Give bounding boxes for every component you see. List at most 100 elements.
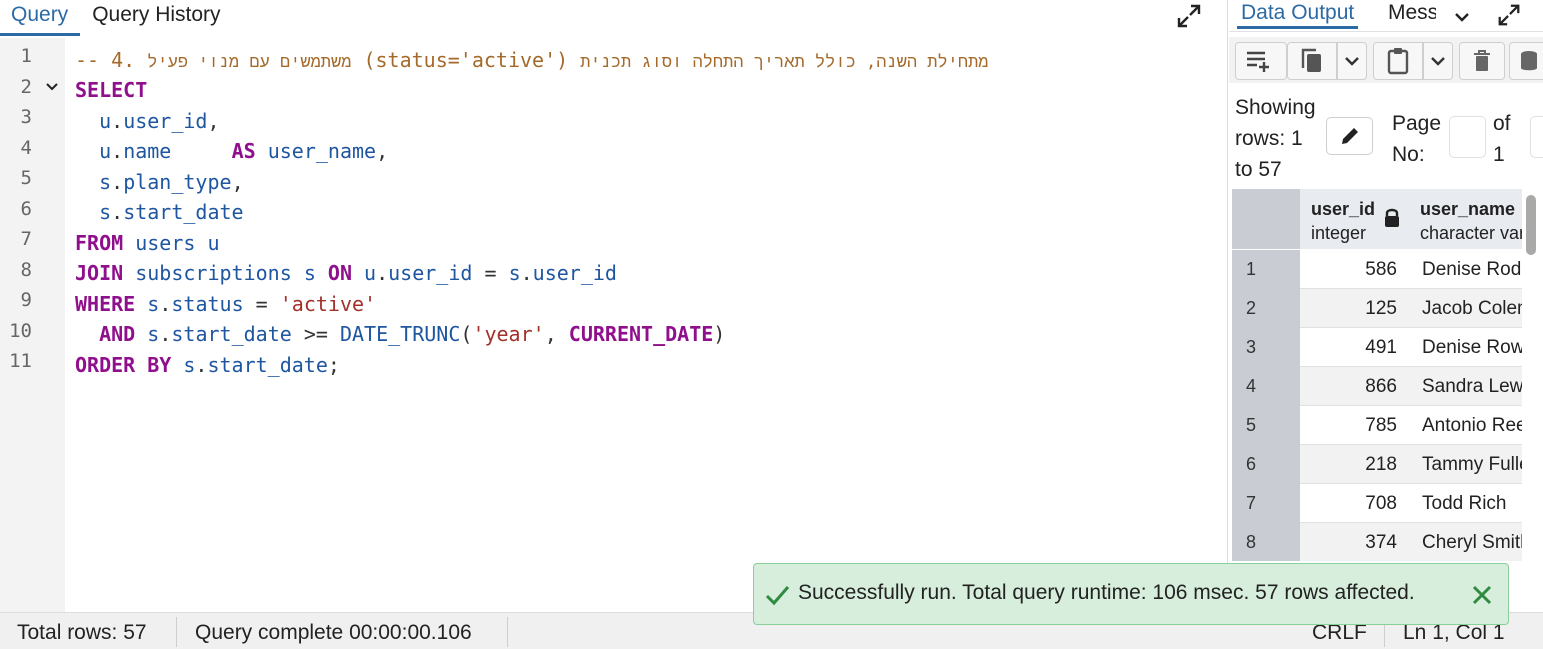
query-editor-pane: Query Query History 1 2 3 4 5 6 7 8 9 10… (0, 0, 1228, 612)
status-divider (507, 617, 508, 647)
line-number: 2 (20, 76, 32, 98)
line-number: 11 (9, 350, 32, 372)
copy-options-button[interactable] (1337, 42, 1367, 80)
cell-user-id[interactable]: 785 (1301, 406, 1409, 445)
chevron-down-icon (1345, 57, 1359, 66)
column-header-user-name[interactable]: user_name character varying (1410, 189, 1522, 249)
cell-user-id[interactable]: 374 (1301, 523, 1409, 561)
page-no-label: Page No: (1392, 112, 1442, 166)
table-row[interactable]: 6 218 Tammy Fuller (1232, 445, 1522, 484)
grid-header: user_id integer user_name character vary… (1232, 189, 1522, 249)
query-complete-status: Query complete 00:00:00.106 (195, 621, 472, 644)
cell-user-id[interactable]: 586 (1301, 250, 1409, 289)
save-data-button[interactable] (1509, 42, 1543, 80)
row-number: 7 (1232, 484, 1300, 523)
page-count-text: of 1 (1493, 112, 1511, 166)
paste-button[interactable] (1373, 42, 1423, 80)
results-grid: user_id integer user_name character vary… (1232, 189, 1522, 561)
tab-data-output[interactable]: Data Output (1237, 0, 1359, 29)
cell-user-name[interactable]: Denise Rodriguez (1410, 250, 1522, 289)
line-number-gutter: 1 2 3 4 5 6 7 8 9 10 11 (0, 38, 65, 612)
code-line-6: s.start_date (99, 200, 244, 224)
grid-scrollbar[interactable] (1526, 195, 1536, 255)
cell-user-id[interactable]: 491 (1301, 328, 1409, 367)
copy-button[interactable] (1287, 42, 1337, 80)
chevron-down-icon[interactable] (1451, 6, 1473, 28)
edit-page-button[interactable] (1326, 117, 1373, 155)
table-row[interactable]: 5 785 Antonio Reed (1232, 406, 1522, 445)
row-number: 8 (1232, 523, 1300, 561)
cell-user-id[interactable]: 218 (1301, 445, 1409, 484)
table-row[interactable]: 1 586 Denise Rodriguez (1232, 250, 1522, 289)
code-line-2: SELECT (75, 75, 147, 105)
line-number: 1 (20, 45, 32, 67)
line-number: 4 (20, 137, 32, 159)
status-divider (176, 617, 177, 647)
line-number: 6 (20, 198, 32, 220)
results-toolbar (1229, 37, 1543, 83)
results-tabs: Data Output Messages (1229, 0, 1543, 32)
page-number-input[interactable] (1449, 116, 1486, 158)
cell-user-id[interactable]: 708 (1301, 484, 1409, 523)
row-number-header[interactable] (1232, 189, 1300, 249)
expand-results-icon[interactable] (1496, 2, 1522, 28)
fold-chevron-icon[interactable] (45, 80, 59, 97)
total-rows-status: Total rows: 57 (17, 621, 147, 644)
editor-tabs: Query Query History (0, 0, 1228, 36)
code-editor[interactable]: 1 2 3 4 5 6 7 8 9 10 11 -- 4. משתמשים עם… (0, 38, 1228, 612)
line-number: 10 (9, 320, 32, 342)
cell-user-name[interactable]: Todd Rich (1410, 484, 1522, 523)
page-nav-button[interactable] (1530, 116, 1543, 158)
row-number: 3 (1232, 328, 1300, 367)
table-row[interactable]: 7 708 Todd Rich (1232, 484, 1522, 523)
pagination: Showing rows: 1 to 57 Page No: of 1 (1229, 88, 1543, 188)
add-row-button[interactable] (1235, 42, 1287, 80)
sql-code: -- 4. משתמשים עם מנוי פעיל (status='acti… (75, 38, 989, 377)
comment-text: -- 4. (75, 48, 136, 72)
paste-options-button[interactable] (1423, 42, 1453, 80)
tab-query[interactable]: Query (0, 2, 81, 36)
expand-editor-icon[interactable] (1175, 2, 1203, 30)
code-line-4: u.name AS user_name, (99, 139, 389, 163)
comment-text: (status='active') (363, 48, 569, 72)
showing-rows-text: Showing rows: 1 to 57 (1235, 96, 1316, 181)
cell-user-id[interactable]: 125 (1301, 289, 1409, 328)
trash-icon (1474, 50, 1490, 71)
code-line-7: FROM users u (75, 231, 220, 255)
notification-message: Successfully run. Total query runtime: 1… (798, 581, 1415, 604)
code-line-1: -- 4. משתמשים עם מנוי פעיל (status='acti… (75, 45, 989, 75)
cell-user-name[interactable]: Antonio Reed (1410, 406, 1522, 445)
comment-text: משתמשים עם מנוי פעיל (147, 52, 352, 72)
app-root: Query Query History 1 2 3 4 5 6 7 8 9 10… (0, 0, 1543, 649)
cell-user-name[interactable]: Sandra Lewis (1410, 367, 1522, 406)
cell-user-id[interactable]: 866 (1301, 367, 1409, 406)
line-number: 8 (20, 259, 32, 281)
success-notification: Successfully run. Total query runtime: 1… (753, 563, 1509, 625)
code-line-3: u.user_id, (99, 109, 220, 133)
lock-icon (1385, 208, 1399, 227)
clipboard-icon (1387, 48, 1409, 75)
column-header-user-id[interactable]: user_id integer (1301, 189, 1409, 249)
checkmark-icon (765, 586, 790, 606)
table-row[interactable]: 2 125 Jacob Coleman (1232, 289, 1522, 328)
close-icon[interactable] (1468, 581, 1496, 609)
tab-query-history[interactable]: Query History (80, 2, 232, 36)
comment-text: מתחילת השנה, כולל תאריך התחלה וסוג תכנית (580, 52, 989, 72)
add-row-icon (1247, 51, 1269, 72)
keyword: SELECT (75, 78, 148, 102)
table-row[interactable]: 8 374 Cheryl Smith (1232, 523, 1522, 561)
cell-user-name[interactable]: Jacob Coleman (1410, 289, 1522, 328)
cell-user-name[interactable]: Denise Rowe (1410, 328, 1522, 367)
code-line-10: AND s.start_date >= DATE_TRUNC('year', C… (99, 322, 726, 346)
copy-icon (1301, 48, 1321, 72)
cell-user-name[interactable]: Tammy Fuller (1410, 445, 1522, 484)
chevron-down-icon (1431, 57, 1445, 66)
cell-user-name[interactable]: Cheryl Smith (1410, 523, 1522, 561)
line-number: 9 (20, 289, 32, 311)
line-number: 7 (20, 228, 32, 250)
delete-button[interactable] (1459, 42, 1505, 80)
table-row[interactable]: 4 866 Sandra Lewis (1232, 367, 1522, 406)
table-row[interactable]: 3 491 Denise Rowe (1232, 328, 1522, 367)
tab-messages[interactable]: Messages (1384, 0, 1436, 26)
row-number: 1 (1232, 250, 1300, 289)
